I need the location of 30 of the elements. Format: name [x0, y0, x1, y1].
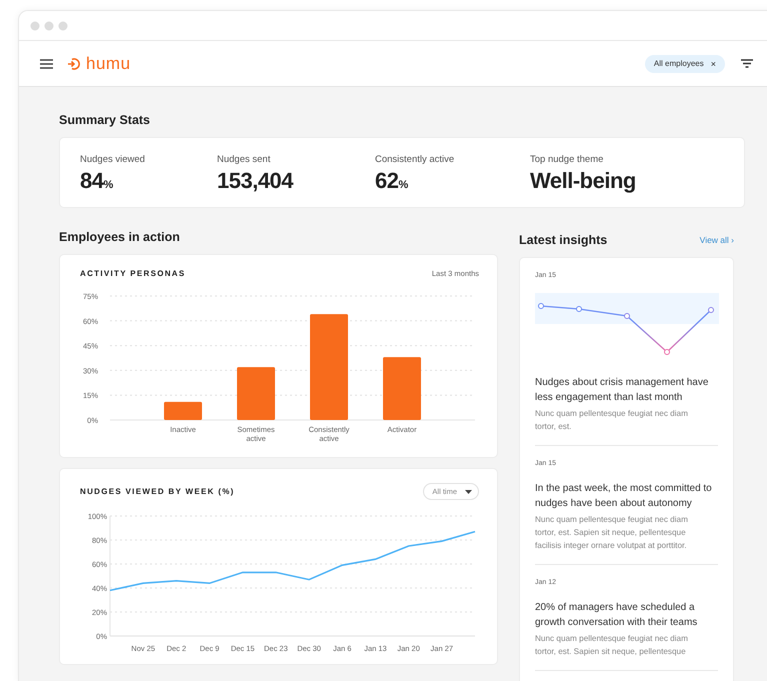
- stat-value: 84%: [80, 168, 114, 194]
- section-title: Latest insights: [519, 233, 608, 247]
- bar: [237, 367, 275, 420]
- insight-title: In the past week, the most committed to nudges have been about autonomy: [535, 482, 713, 511]
- caret-icon: [465, 490, 472, 494]
- stat-value: 153,404: [217, 168, 294, 194]
- bar: [164, 402, 202, 420]
- logo-text: humu: [86, 54, 131, 74]
- insight-body: Nunc quam pellentesque feugiat nec diam tortor, est. Sapien sit neque, pellentesque: [535, 633, 689, 658]
- filter-chip[interactable]: All employees ×: [644, 54, 725, 72]
- insight-body: Nunc quam pellentesque feugiat nec diam tortor, est. Sapien sit neque, pellentesque facilisis integer ornare volutpat at porttitor.: [535, 514, 689, 552]
- section-title: Summary Stats: [59, 113, 152, 127]
- stat-label: Nudges sent: [217, 154, 272, 165]
- bar: [383, 357, 421, 420]
- stat-value: Well-being: [530, 168, 636, 194]
- insight-body: Nunc quam pellentesque feugiat nec diam tortor, est.: [535, 408, 689, 433]
- close-icon[interactable]: ×: [710, 58, 716, 68]
- window-dots-icon: [30, 20, 70, 30]
- chart-title: NUDGES VIEWED BY WEEK (%): [80, 487, 235, 496]
- section-title: Employees in action: [59, 230, 181, 244]
- stat-label: Top nudge theme: [530, 154, 604, 165]
- stat-value: 62%: [375, 168, 409, 194]
- chart-title: ACTIVITY PERSONAS: [80, 269, 186, 278]
- stat-label: Consistently active: [375, 154, 456, 165]
- menu-icon[interactable]: [40, 58, 53, 68]
- logo-icon: [67, 56, 81, 70]
- stat-label: Nudges viewed: [80, 154, 146, 165]
- insight-title: Nudges about crisis management have less engagement than last month: [535, 376, 710, 405]
- filter-icon[interactable]: [741, 59, 753, 68]
- insight-title: 20% of managers have scheduled a growth conversation with their teams: [535, 601, 698, 630]
